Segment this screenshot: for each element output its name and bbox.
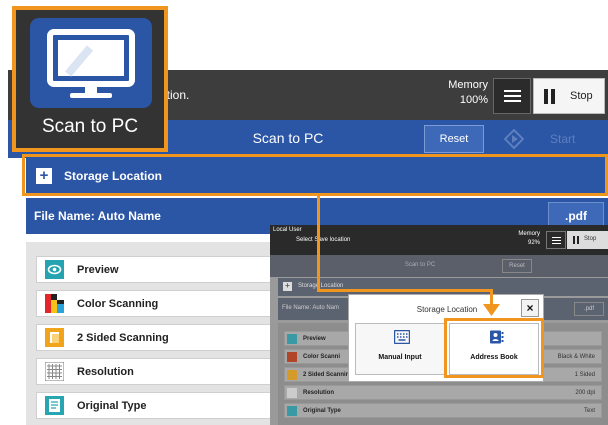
pause-icon (544, 89, 555, 104)
arrow-head-icon (483, 304, 500, 316)
inset-feature-value: 200 dpi (575, 390, 595, 396)
inset-original-type-icon (287, 406, 297, 416)
keyboard-icon (394, 330, 410, 344)
inset-feature-label: Color Scanni (303, 354, 341, 360)
inset-feature-value: 1 Sided (574, 372, 595, 378)
inset-status-message: Select Save location (296, 237, 351, 243)
manual-input-button[interactable]: Manual Input (355, 323, 445, 375)
feature-label: 2 Sided Scanning (77, 332, 169, 344)
feature-original-type[interactable]: Original Type (36, 392, 281, 419)
page-title: Scan to PC (252, 130, 324, 146)
inset-memory-label: Memory (518, 231, 540, 237)
two-sided-icon (45, 328, 64, 347)
inset-pause-icon (573, 236, 579, 244)
scan-to-pc-icon-tile (30, 18, 152, 108)
inset-status-bar: Local User Select Save location Memory 9… (270, 225, 608, 255)
feature-resolution[interactable]: Resolution (36, 358, 281, 385)
inset-menu-button[interactable] (546, 231, 566, 249)
tile-label: Scan to PC (41, 116, 139, 137)
feature-preview[interactable]: Preview (36, 256, 281, 283)
feature-list: Preview Color Scanning 2 Sided Scanning (26, 242, 286, 425)
close-button[interactable]: × (521, 299, 539, 317)
feature-label: Color Scanning (77, 298, 159, 310)
arrow-connector-horizontal (317, 289, 493, 292)
inset-file-format[interactable]: .pdf (574, 302, 604, 316)
address-book-highlight (444, 318, 544, 378)
scan-to-pc-tile[interactable]: Scan to PC (12, 6, 168, 152)
original-type-icon (45, 396, 64, 415)
inset-reset-button[interactable]: Reset (502, 259, 532, 273)
monitor-icon (47, 29, 135, 98)
feature-2-sided-scanning[interactable]: 2 Sided Scanning (36, 324, 281, 351)
inset-feature-value: Text (583, 408, 595, 414)
inset-feature-label: 2 Sided Scanning (303, 372, 354, 378)
storage-location-highlight (22, 154, 608, 196)
inset-memory-value: 92% (527, 240, 540, 246)
arrow-connector-vertical (317, 196, 320, 292)
stop-label: Stop (570, 90, 593, 102)
feature-label: Preview (77, 264, 119, 276)
inset-feature-resolution[interactable]: Resolution 200 dpi (284, 385, 602, 400)
start-button[interactable]: Start (550, 132, 575, 146)
inset-color-icon (287, 352, 297, 362)
inset-memory-indicator: Memory 92% (500, 230, 540, 248)
inset-feature-value: Black & White (557, 354, 595, 360)
feature-label: Original Type (77, 400, 147, 412)
stop-button[interactable]: Stop (533, 78, 605, 114)
inset-feature-original-type[interactable]: Original Type Text (284, 403, 602, 418)
inset-stop-button[interactable]: Stop (567, 231, 608, 249)
inset-plus-icon: + (283, 282, 292, 291)
inset-page-title: Scan to PC (404, 262, 436, 268)
memory-label: Memory (448, 79, 488, 91)
inset-feature-label: Original Type (303, 408, 341, 414)
reset-button[interactable]: Reset (424, 125, 484, 153)
start-diamond-icon (504, 129, 524, 149)
inset-title-bar: Scan to PC Reset (270, 255, 608, 277)
inset-user-label: Local User (273, 227, 302, 233)
manual-input-label: Manual Input (378, 354, 422, 361)
feature-label: Resolution (77, 366, 134, 378)
feature-color-scanning[interactable]: Color Scanning (36, 290, 281, 317)
color-scanning-icon (45, 294, 64, 313)
inset-stop-label: Stop (584, 236, 597, 242)
memory-indicator: Memory 100% (438, 78, 488, 108)
inset-two-sided-icon (287, 370, 297, 380)
inset-resolution-icon (287, 388, 297, 398)
inset-preview-icon (287, 334, 297, 344)
inset-feature-label: Preview (303, 336, 326, 342)
inset-file-label: File Name: Auto Nam (282, 305, 340, 311)
preview-eye-icon (45, 260, 64, 279)
inset-feature-label: Resolution (303, 390, 334, 396)
resolution-grid-icon (45, 362, 64, 381)
dialog-title: Storage Location (416, 305, 478, 314)
file-name-label: File Name: Auto Name (34, 209, 161, 223)
menu-button[interactable] (493, 78, 531, 114)
memory-value: 100% (459, 94, 488, 106)
